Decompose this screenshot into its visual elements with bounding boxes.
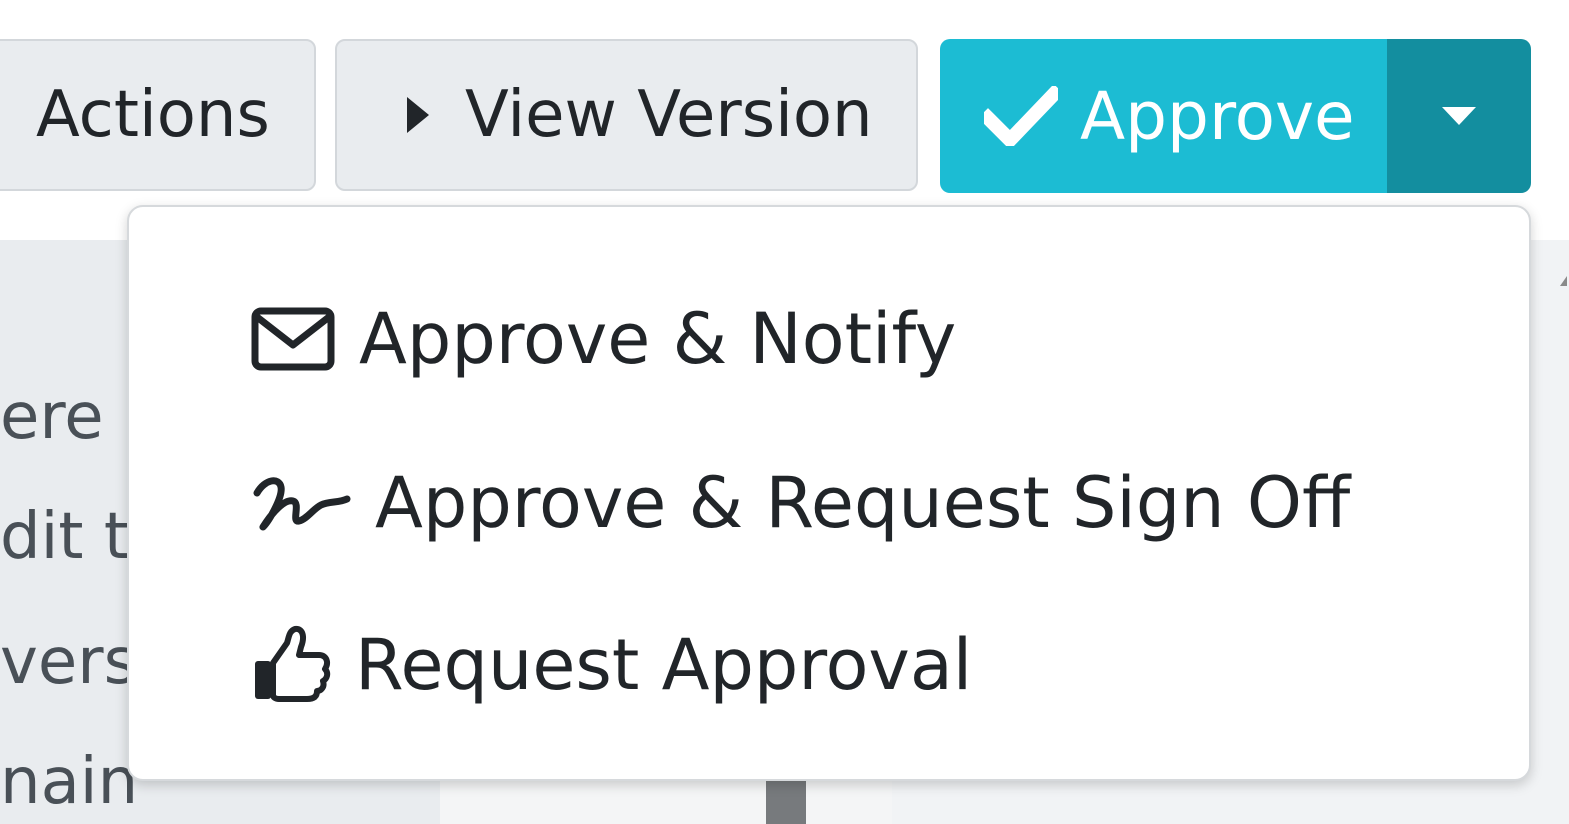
actions-button[interactable]: Actions — [0, 39, 316, 191]
menu-item-approve-notify[interactable]: Approve & Notify — [251, 289, 956, 389]
menu-item-label: Approve & Request Sign Off — [375, 462, 1351, 544]
actions-button-label: Actions — [36, 78, 270, 152]
menu-item-label: Request Approval — [355, 624, 973, 706]
menu-item-label: Approve & Notify — [359, 298, 957, 380]
approve-button-group: Approve — [940, 39, 1531, 193]
envelope-icon — [251, 307, 335, 371]
menu-item-approve-request-sign-off[interactable]: Approve & Request Sign Off — [251, 453, 1350, 553]
approve-button-label: Approve — [1080, 77, 1355, 155]
background-text: nain — [0, 745, 139, 819]
thumbs-up-icon — [255, 625, 331, 702]
background-text: vers — [0, 625, 137, 699]
caret-down-icon — [1442, 107, 1476, 125]
menu-item-request-approval[interactable]: Request Approval — [251, 615, 972, 715]
approve-dropdown-toggle[interactable] — [1387, 39, 1531, 193]
scroll-up-arrow-icon[interactable] — [1560, 276, 1567, 286]
approve-button[interactable]: Approve — [940, 39, 1387, 193]
approve-dropdown-menu: Approve & Notify Approve & Request Sign … — [127, 205, 1531, 781]
view-version-button[interactable]: View Version — [335, 39, 918, 191]
background-text: dit t — [0, 500, 129, 574]
content-marker — [766, 780, 806, 824]
signature-icon — [253, 477, 351, 531]
background-text: ere — [0, 380, 104, 454]
document-toolbar: Actions View Version Approve — [0, 0, 1569, 240]
caret-right-icon — [407, 97, 429, 133]
check-icon — [984, 86, 1058, 146]
view-version-label: View Version — [465, 78, 873, 152]
